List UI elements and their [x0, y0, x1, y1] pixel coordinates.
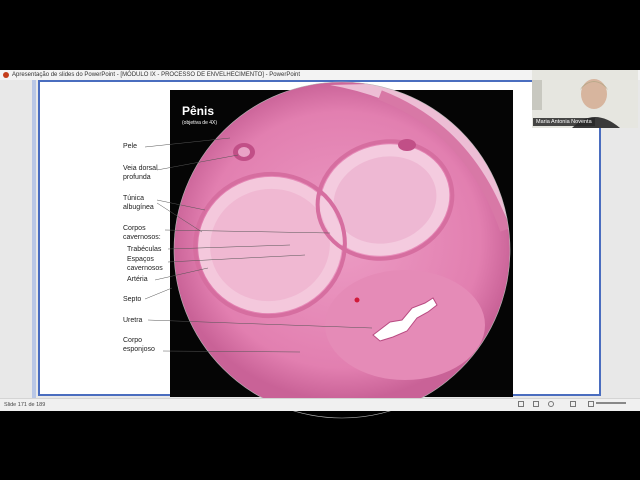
normal-view-icon[interactable]	[518, 401, 524, 407]
status-bar: Slide 171 de 189	[0, 398, 640, 411]
slide-counter: Slide 171 de 189	[4, 402, 46, 408]
presenter-name: Maria Antonia Noventa	[533, 118, 595, 126]
slideshow-icon[interactable]	[570, 401, 576, 407]
reading-view-icon[interactable]	[548, 401, 554, 407]
zoom-slider[interactable]	[596, 402, 626, 404]
slide-sorter-icon[interactable]	[533, 401, 539, 407]
fit-slide-icon[interactable]	[588, 401, 594, 407]
